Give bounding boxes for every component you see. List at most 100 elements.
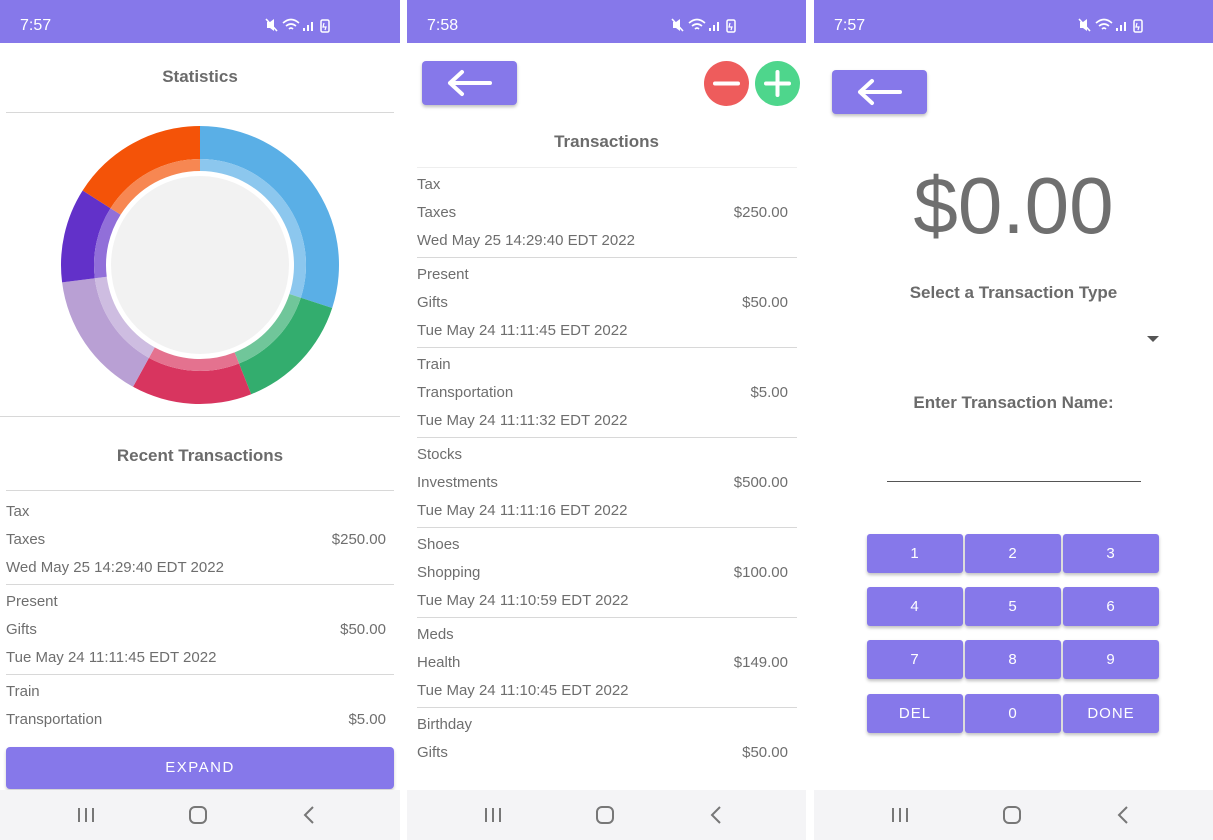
transaction-category: Transportation xyxy=(417,384,514,401)
home-icon[interactable] xyxy=(186,804,210,826)
divider xyxy=(417,437,797,438)
status-time: 7:57 xyxy=(20,17,52,34)
recent-apps-icon[interactable] xyxy=(74,804,98,826)
transaction-name: Meds xyxy=(417,626,454,643)
back-nav-icon[interactable] xyxy=(298,804,322,826)
back-button[interactable] xyxy=(422,61,517,105)
divider xyxy=(6,490,394,491)
list-item[interactable]: Tax Taxes $250.00 Wed May 25 14:29:40 ED… xyxy=(6,503,386,583)
transaction-category: Gifts xyxy=(417,294,448,311)
transaction-amount: $5.00 xyxy=(348,711,386,728)
minus-icon xyxy=(713,81,740,86)
divider xyxy=(6,584,394,585)
plus-icon xyxy=(764,70,791,97)
dropdown-arrow-icon xyxy=(1147,336,1159,342)
transaction-category: Gifts xyxy=(417,744,448,761)
screen-gap xyxy=(806,0,814,840)
remove-transaction-button[interactable] xyxy=(704,61,749,106)
transaction-category: Taxes xyxy=(6,531,46,548)
key-1[interactable]: 1 xyxy=(867,534,963,573)
back-button[interactable] xyxy=(832,70,927,114)
status-bar: 7:57 xyxy=(0,0,400,43)
transaction-amount: $5.00 xyxy=(750,384,788,401)
page-title: Transactions xyxy=(554,132,659,151)
transaction-date: Tue May 24 11:11:45 EDT 2022 xyxy=(6,649,217,666)
screen-gap xyxy=(400,0,407,840)
list-item[interactable]: Meds Health $149.00 Tue May 24 11:10:45 … xyxy=(417,626,788,706)
recent-apps-icon[interactable] xyxy=(481,804,505,826)
status-bar: 7:57 xyxy=(814,0,1213,43)
transaction-amount: $250.00 xyxy=(733,204,788,221)
divider xyxy=(0,416,400,417)
arrow-left-icon xyxy=(448,70,492,96)
key-8[interactable]: 8 xyxy=(965,640,1061,679)
list-item[interactable]: Train Transportation $5.00 xyxy=(6,683,386,733)
key-4[interactable]: 4 xyxy=(867,587,963,626)
list-item[interactable]: Present Gifts $50.00 Tue May 24 11:11:45… xyxy=(417,266,788,346)
transaction-name: Train xyxy=(6,683,40,700)
transactions-screen: 7:58 Transactions Tax Taxes $250.00 Wed … xyxy=(407,0,806,840)
transaction-amount: $50.00 xyxy=(340,621,386,638)
recent-apps-icon[interactable] xyxy=(888,804,912,826)
status-icons xyxy=(1078,18,1143,33)
transaction-amount: $50.00 xyxy=(742,294,788,311)
divider xyxy=(417,167,797,168)
back-nav-icon[interactable] xyxy=(705,804,729,826)
list-item[interactable]: Shoes Shopping $100.00 Tue May 24 11:10:… xyxy=(417,536,788,616)
transaction-amount: $100.00 xyxy=(733,564,788,581)
system-nav-bar xyxy=(407,790,806,840)
transaction-name: Train xyxy=(417,356,451,373)
transaction-category: Gifts xyxy=(6,621,37,638)
transaction-category: Shopping xyxy=(417,564,481,581)
status-bar: 7:58 xyxy=(407,0,806,43)
list-item[interactable]: Birthday Gifts $50.00 xyxy=(417,716,788,776)
key-5[interactable]: 5 xyxy=(965,587,1061,626)
transaction-name: Tax xyxy=(6,503,30,520)
list-item[interactable]: Tax Taxes $250.00 Wed May 25 14:29:40 ED… xyxy=(417,176,788,256)
home-icon[interactable] xyxy=(593,804,617,826)
transaction-date: Wed May 25 14:29:40 EDT 2022 xyxy=(6,559,224,576)
delete-key[interactable]: DEL xyxy=(867,694,963,733)
transaction-amount: $500.00 xyxy=(733,474,788,491)
transaction-date: Tue May 24 11:11:32 EDT 2022 xyxy=(417,412,628,429)
status-time: 7:58 xyxy=(427,17,459,34)
status-time: 7:57 xyxy=(834,17,866,34)
transaction-name: Present xyxy=(417,266,469,283)
key-2[interactable]: 2 xyxy=(965,534,1061,573)
transaction-name: Present xyxy=(6,593,58,610)
key-0[interactable]: 0 xyxy=(965,694,1061,733)
divider xyxy=(6,112,394,113)
key-3[interactable]: 3 xyxy=(1063,534,1159,573)
list-item[interactable]: Present Gifts $50.00 Tue May 24 11:11:45… xyxy=(6,593,386,673)
divider xyxy=(417,347,797,348)
transaction-date: Tue May 24 11:11:45 EDT 2022 xyxy=(417,322,628,339)
arrow-left-icon xyxy=(858,79,902,105)
transaction-name: Shoes xyxy=(417,536,460,553)
transaction-category: Transportation xyxy=(6,711,103,728)
transaction-name-label: Enter Transaction Name: xyxy=(913,393,1114,412)
divider xyxy=(417,257,797,258)
expand-button[interactable]: EXPAND xyxy=(6,747,394,789)
transaction-category: Investments xyxy=(417,474,498,491)
status-icons xyxy=(265,18,330,33)
add-transaction-button[interactable] xyxy=(755,61,800,106)
transaction-amount: $50.00 xyxy=(742,744,788,761)
key-7[interactable]: 7 xyxy=(867,640,963,679)
key-9[interactable]: 9 xyxy=(1063,640,1159,679)
transaction-type-label: Select a Transaction Type xyxy=(909,283,1118,302)
divider xyxy=(417,617,797,618)
transaction-name-input[interactable] xyxy=(887,450,1141,482)
done-key[interactable]: DONE xyxy=(1063,694,1159,733)
system-nav-bar xyxy=(814,790,1213,840)
transaction-amount: $149.00 xyxy=(733,654,788,671)
key-6[interactable]: 6 xyxy=(1063,587,1159,626)
transaction-type-dropdown[interactable] xyxy=(884,322,1160,358)
page-title: Statistics xyxy=(162,67,238,86)
list-item[interactable]: Train Transportation $5.00 Tue May 24 11… xyxy=(417,356,788,436)
transaction-date: Tue May 24 11:11:16 EDT 2022 xyxy=(417,502,628,519)
back-nav-icon[interactable] xyxy=(1112,804,1136,826)
home-icon[interactable] xyxy=(1000,804,1024,826)
amount-display: $0.00 xyxy=(913,161,1114,250)
list-item[interactable]: Stocks Investments $500.00 Tue May 24 11… xyxy=(417,446,788,526)
transaction-date: Wed May 25 14:29:40 EDT 2022 xyxy=(417,232,635,249)
